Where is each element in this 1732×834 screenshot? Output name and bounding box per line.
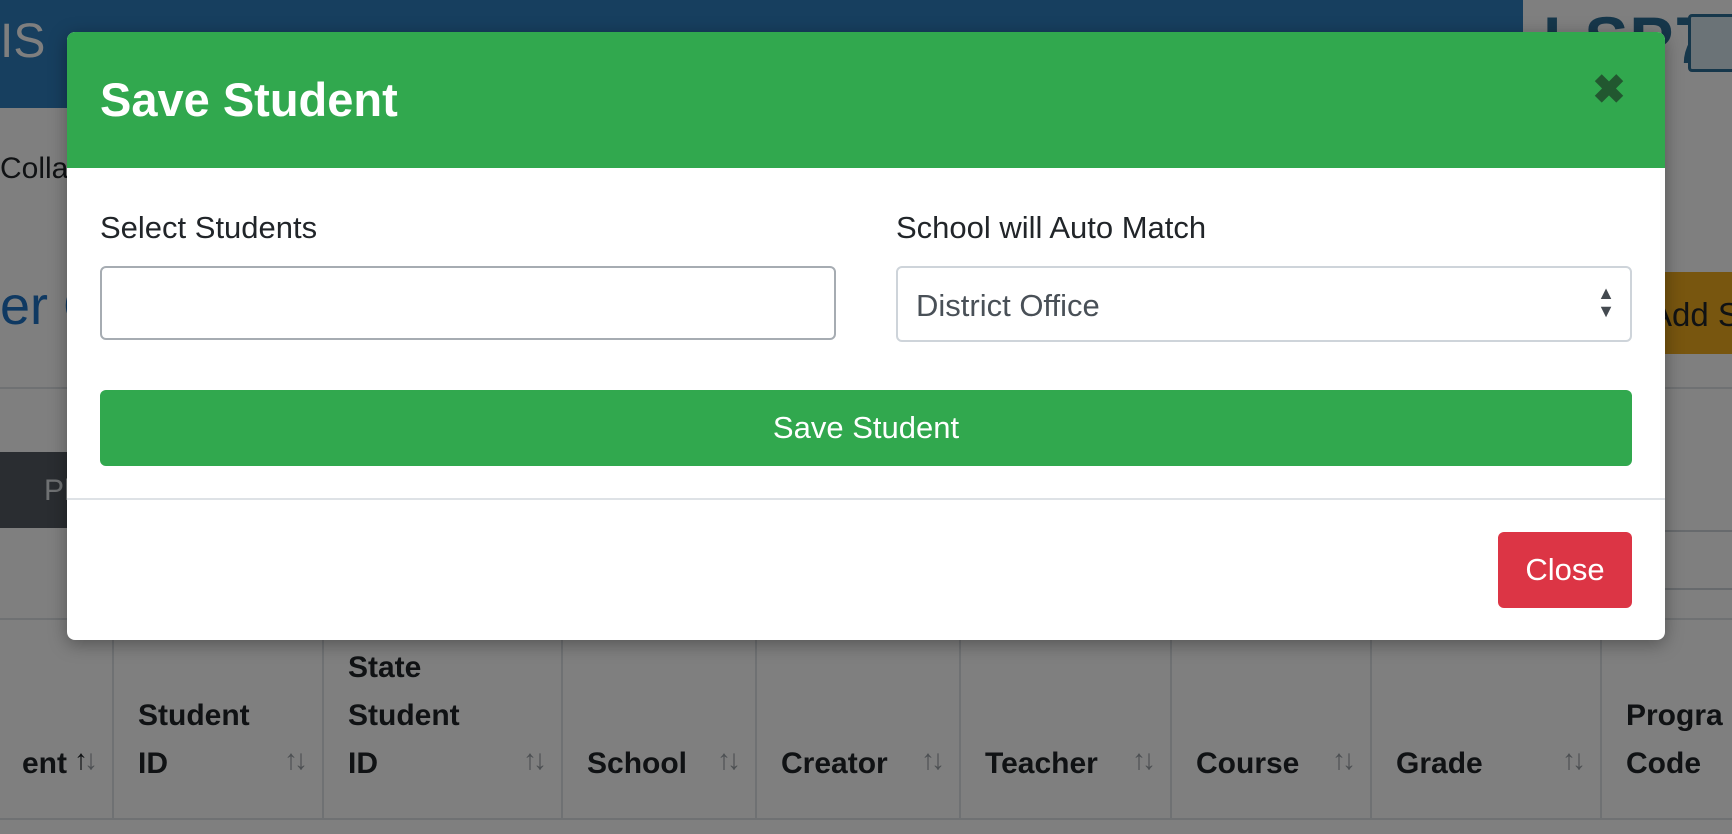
select-students-input[interactable] [100, 266, 836, 340]
save-student-button[interactable]: Save Student [100, 390, 1632, 466]
modal-footer-divider [67, 498, 1665, 500]
select-arrows-icon: ▲ ▼ [1597, 283, 1615, 321]
select-students-label: Select Students [100, 210, 318, 245]
modal-header: Save Student ✖ [67, 32, 1665, 168]
close-icon[interactable]: ✖ [1591, 70, 1627, 110]
save-student-modal: Save Student ✖ Select Students School wi… [67, 32, 1665, 640]
school-select[interactable]: District Office ▲ ▼ [896, 266, 1632, 342]
school-auto-match-label: School will Auto Match [896, 210, 1207, 245]
modal-title: Save Student [100, 73, 398, 126]
close-button[interactable]: Close [1498, 532, 1632, 608]
school-select-value: District Office [916, 288, 1100, 323]
